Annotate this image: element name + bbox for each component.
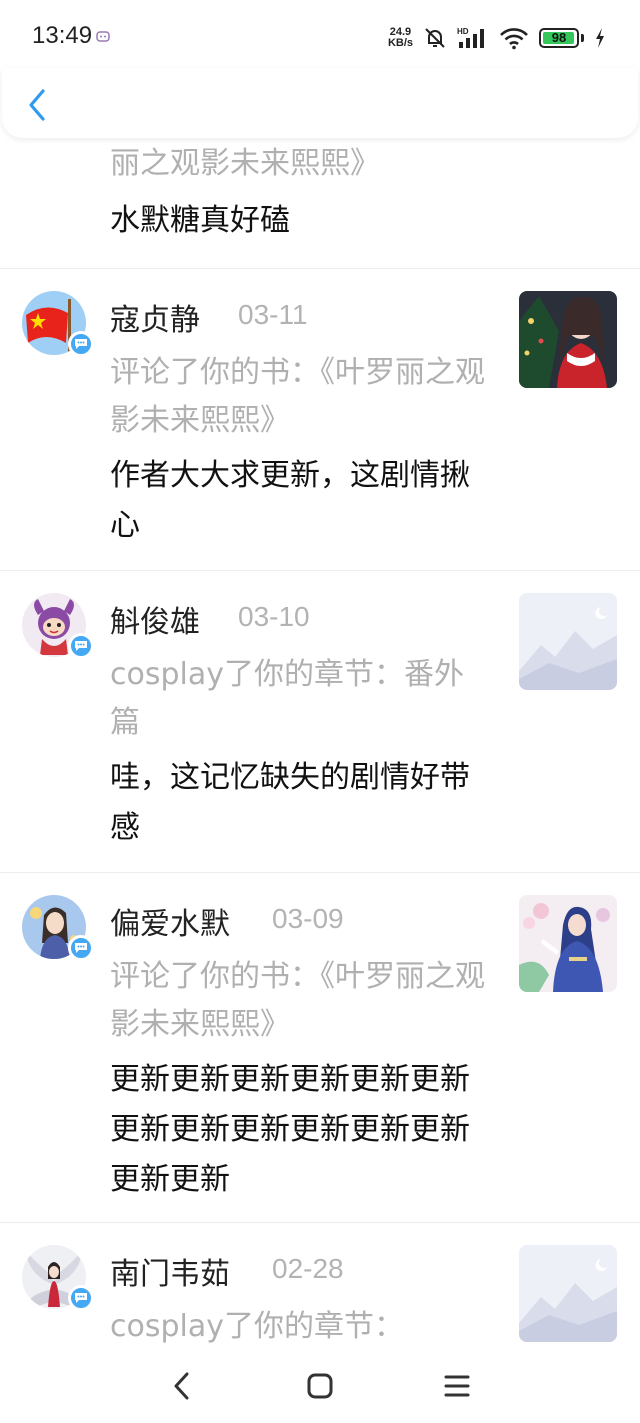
item-action-text: 评论了你的书：《叶罗丽之观影未来熙熙》 — [110, 959, 485, 1042]
chat-bubble-icon — [75, 943, 87, 953]
chat-bubble-icon — [75, 1293, 87, 1303]
list-item[interactable]: 斛俊雄 03-10 cosplay了你的章节：番外篇 哇，这记忆缺失的剧情好带感 — [0, 571, 640, 873]
app-notification-icon — [96, 31, 110, 42]
avatar-wrap[interactable] — [22, 593, 94, 659]
top-nav-header — [2, 68, 638, 138]
item-date: 02-28 — [272, 1253, 344, 1284]
item-comment-text: 作者大大求更新，这剧情揪心 — [110, 458, 470, 543]
back-button[interactable] — [22, 86, 52, 124]
nav-home-icon — [307, 1373, 333, 1399]
item-comment-text: 水默糖真好磕 — [110, 203, 290, 238]
comment-badge — [68, 331, 94, 357]
user-name[interactable]: 南门韦茹 — [110, 1249, 230, 1293]
mute-icon — [425, 28, 445, 48]
list-item[interactable]: 偏爱水默 03-09 评论了你的书：《叶罗丽之观影未来熙熙》 更新更新更新更新更… — [0, 873, 640, 1223]
item-date: 03-10 — [238, 601, 310, 632]
nav-home-button[interactable] — [300, 1366, 340, 1406]
avatar-wrap[interactable] — [22, 895, 94, 961]
user-name[interactable]: 偏爱水默 — [110, 899, 230, 943]
comment-badge — [68, 935, 94, 961]
battery-cap — [581, 34, 584, 42]
hd-signal-icon: HD — [457, 27, 484, 48]
battery-icon: 98 — [539, 28, 579, 48]
book-cover-thumbnail[interactable] — [519, 895, 617, 992]
nav-back-button[interactable] — [162, 1366, 202, 1406]
item-date: 03-09 — [272, 903, 344, 934]
status-time: 13:49 — [32, 22, 93, 49]
user-name[interactable]: 斛俊雄 — [110, 597, 200, 641]
chat-bubble-icon — [75, 339, 87, 349]
item-date: 03-11 — [238, 299, 308, 330]
avatar-wrap[interactable] — [22, 1245, 94, 1311]
chat-bubble-icon — [75, 641, 87, 651]
list-item[interactable]: 丽之观影未来熙熙》 水默糖真好磕 — [0, 138, 640, 269]
status-icons: 24.9 KB/s HD 98 — [388, 24, 606, 52]
battery-percent: 98 — [551, 30, 567, 45]
wifi-icon — [500, 28, 528, 50]
item-comment-text: 更新更新更新更新更新更新更新更新更新更新更新更新更新更新 — [110, 1062, 470, 1197]
chevron-left-icon — [29, 89, 45, 121]
list-item[interactable]: 寇贞静 03-11 评论了你的书：《叶罗丽之观影未来熙熙》 作者大大求更新，这剧… — [0, 269, 640, 571]
net-speed: 24.9 KB/s — [388, 27, 413, 49]
net-speed-unit: KB/s — [387, 37, 413, 49]
item-comment-text: 哇，这记忆缺失的剧情好带感 — [110, 760, 470, 845]
notification-list[interactable]: 丽之观影未来熙熙》 水默糖真好磕 寇贞静 03-11 评论了你的书：《叶罗丽之观… — [0, 138, 640, 1350]
item-action-text: cosplay了你的章节： — [110, 1309, 404, 1344]
comment-badge — [68, 633, 94, 659]
user-name[interactable]: 寇贞静 — [110, 295, 200, 339]
comment-badge — [68, 1285, 94, 1311]
list-item[interactable]: 南门韦茹 02-28 cosplay了你的章节： — [0, 1223, 640, 1350]
placeholder-thumbnail[interactable] — [519, 1245, 617, 1342]
nav-menu-button[interactable] — [437, 1366, 477, 1406]
avatar-wrap[interactable] — [22, 291, 94, 357]
nav-back-icon — [174, 1372, 189, 1400]
svg-text:HD: HD — [457, 27, 469, 36]
item-action-text: cosplay了你的章节：番外篇 — [110, 657, 464, 740]
item-action-text: 评论了你的书：《叶罗丽之观影未来熙熙》 — [110, 355, 485, 438]
system-nav-bar — [0, 1350, 640, 1423]
nav-menu-icon — [444, 1375, 470, 1397]
item-action-text: 丽之观影未来熙熙》 — [110, 146, 380, 181]
book-cover-thumbnail[interactable] — [519, 291, 617, 388]
charging-icon — [596, 28, 604, 48]
placeholder-thumbnail[interactable] — [519, 593, 617, 690]
status-bar: 13:49 24.9 KB/s HD 98 — [0, 0, 640, 75]
